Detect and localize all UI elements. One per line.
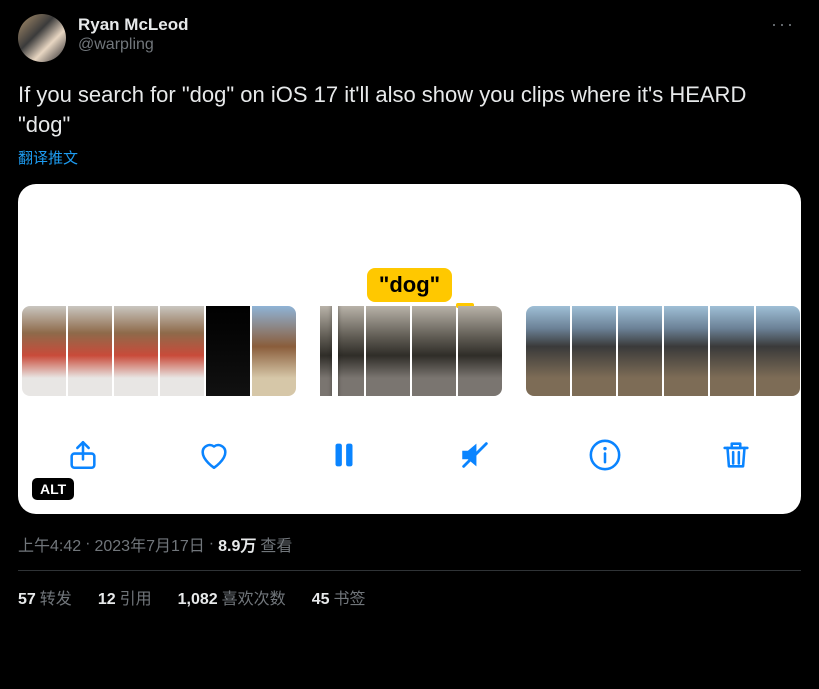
mute-button[interactable] — [453, 433, 497, 477]
search-token-badge: "dog" — [367, 268, 452, 302]
thumbnail — [664, 306, 708, 396]
media-card[interactable]: "dog" — [18, 184, 801, 514]
thumbnail — [618, 306, 662, 396]
thumbnail — [320, 306, 364, 396]
video-timeline[interactable] — [18, 306, 801, 396]
trash-icon — [719, 438, 753, 472]
avatar[interactable] — [18, 14, 66, 62]
quotes-label: 引用 — [120, 591, 152, 608]
likes-stat[interactable]: 1,082喜欢次数 — [178, 585, 286, 609]
thumbnail — [22, 306, 66, 396]
thumbnail — [114, 306, 158, 396]
playhead[interactable] — [332, 306, 338, 396]
alt-badge[interactable]: ALT — [32, 478, 74, 500]
quotes-count: 12 — [98, 591, 116, 608]
bookmarks-count: 45 — [312, 591, 330, 608]
tweet-date[interactable]: 2023年7月17日 — [94, 532, 204, 556]
more-options-button[interactable]: ··· — [771, 14, 795, 35]
view-label: 查看 — [260, 532, 292, 556]
thumbnail — [458, 306, 502, 396]
tweet-header: Ryan McLeod @warpling — [18, 14, 801, 62]
media-toolbar — [18, 396, 801, 514]
likes-count: 1,082 — [178, 591, 218, 608]
display-name: Ryan McLeod — [78, 14, 189, 35]
clip-group[interactable] — [320, 306, 502, 396]
bookmarks-label: 书签 — [333, 591, 365, 608]
retweets-label: 转发 — [40, 591, 72, 608]
delete-button[interactable] — [714, 433, 758, 477]
thumbnail — [526, 306, 570, 396]
pause-button[interactable] — [322, 433, 366, 477]
thumbnail — [366, 306, 410, 396]
bookmarks-stat[interactable]: 45书签 — [312, 585, 366, 609]
meta-sep: · — [209, 535, 214, 553]
retweets-count: 57 — [18, 591, 36, 608]
stats-row: 57转发 12引用 1,082喜欢次数 45书签 — [18, 585, 801, 609]
thumbnail — [252, 306, 296, 396]
thumbnail — [412, 306, 456, 396]
thumbnail — [68, 306, 112, 396]
retweets-stat[interactable]: 57转发 — [18, 585, 72, 609]
mute-icon — [458, 438, 492, 472]
pause-icon — [327, 438, 361, 472]
media-header: "dog" — [18, 184, 801, 306]
thumbnail — [206, 306, 250, 396]
view-count: 8.9万 — [218, 532, 256, 556]
like-button[interactable] — [192, 433, 236, 477]
share-icon — [66, 438, 100, 472]
quotes-stat[interactable]: 12引用 — [98, 585, 152, 609]
clip-group[interactable] — [22, 306, 296, 396]
translate-link[interactable]: 翻译推文 — [18, 147, 78, 168]
clip-group[interactable] — [526, 306, 800, 396]
info-icon — [588, 438, 622, 472]
thumbnail — [756, 306, 800, 396]
tweet-container: Ryan McLeod @warpling ··· If you search … — [0, 0, 819, 609]
tweet-text: If you search for "dog" on iOS 17 it'll … — [18, 80, 801, 139]
user-handle: @warpling — [78, 35, 189, 55]
thumbnail — [160, 306, 204, 396]
tweet-time[interactable]: 上午4:42 — [18, 532, 81, 556]
heart-icon — [197, 438, 231, 472]
likes-label: 喜欢次数 — [222, 591, 286, 608]
share-button[interactable] — [61, 433, 105, 477]
tweet-meta: 上午4:42 · 2023年7月17日 · 8.9万 查看 — [18, 532, 801, 556]
thumbnail — [572, 306, 616, 396]
info-button[interactable] — [583, 433, 627, 477]
meta-sep: · — [85, 535, 90, 553]
author-block[interactable]: Ryan McLeod @warpling — [78, 14, 189, 55]
thumbnail — [710, 306, 754, 396]
divider — [18, 570, 801, 571]
